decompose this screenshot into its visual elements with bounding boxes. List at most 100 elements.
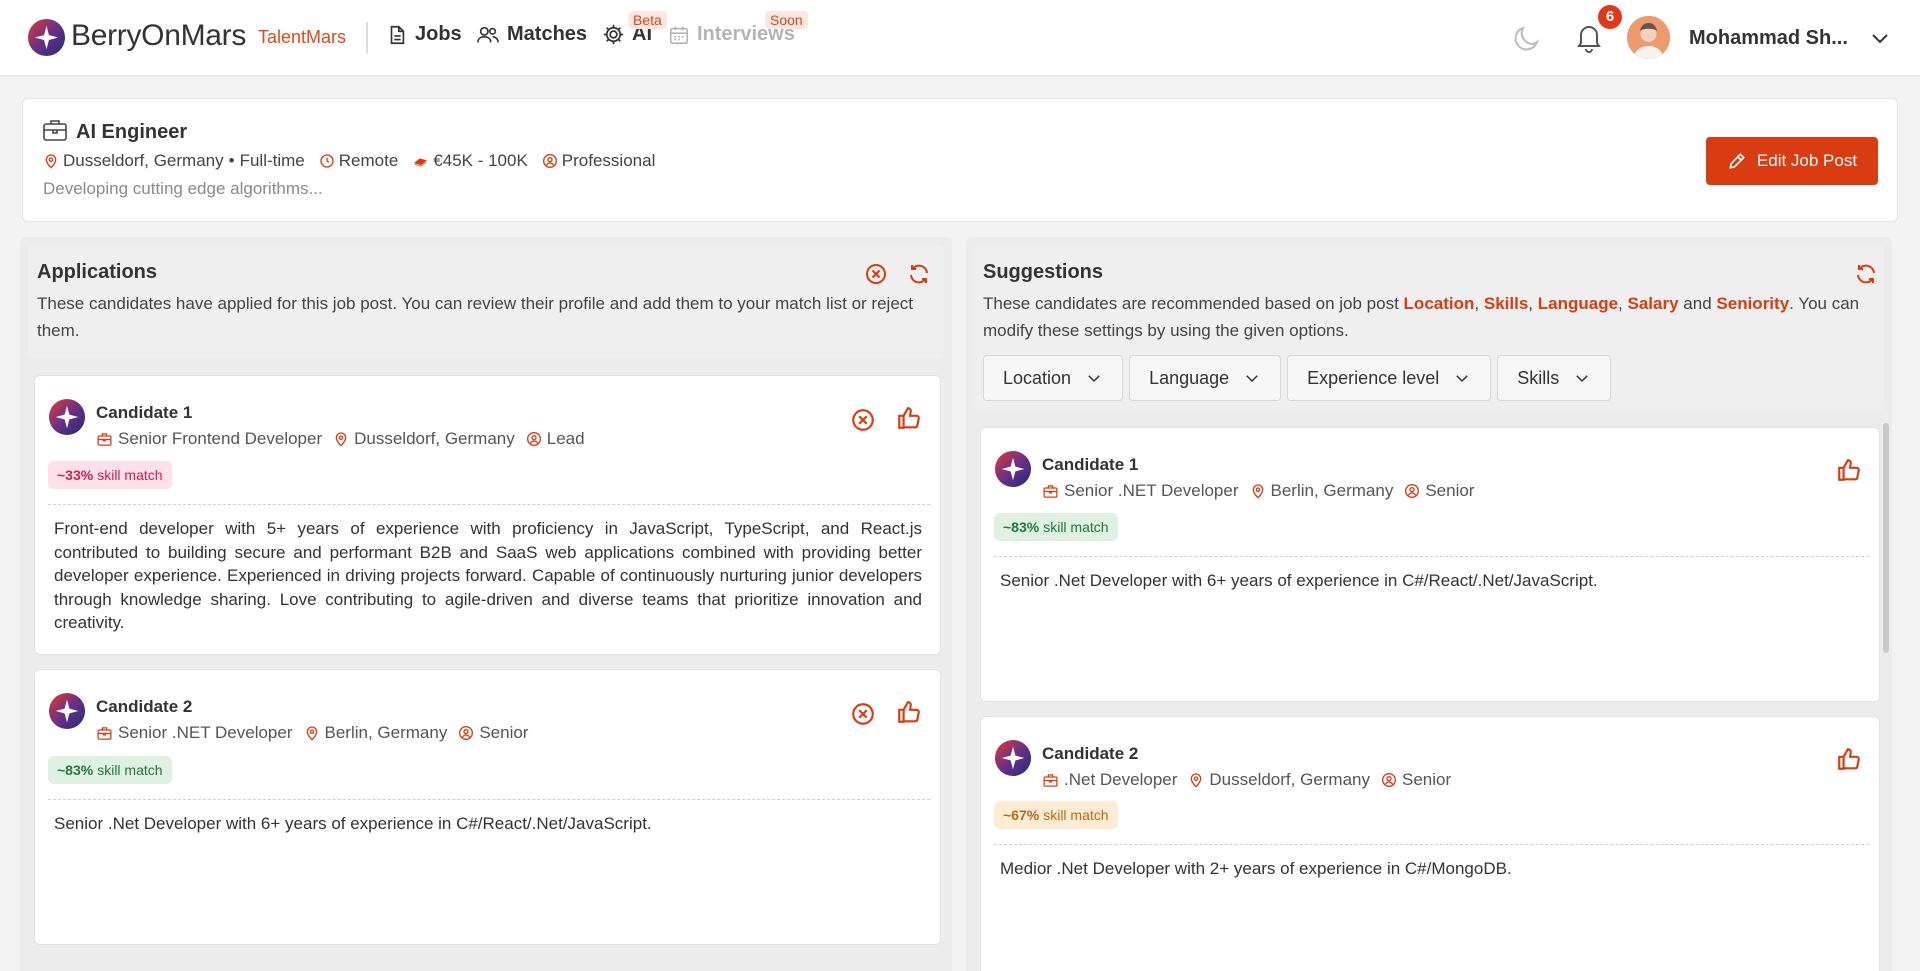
candidate-meta: Senior .NET Developer Berlin, Germany Se…: [96, 723, 539, 743]
location-pin-icon: [1252, 484, 1263, 499]
filter-label: Skills: [1517, 367, 1560, 388]
desc-comma: ,: [1618, 294, 1623, 313]
filter-skills-dropdown[interactable]: Skills: [1497, 355, 1612, 401]
candidate-name[interactable]: Candidate 1: [1042, 455, 1138, 475]
sub-brand-name: TalentMars: [258, 27, 347, 47]
candidate-name[interactable]: Candidate 2: [96, 697, 192, 717]
applications-title: Applications: [37, 261, 158, 283]
skill-match-value: ~83%: [1003, 519, 1040, 535]
candidate-summary: Front-end developer with 5+ years of exp…: [54, 519, 922, 632]
skill-match-label: skill match: [1043, 519, 1109, 535]
filter-label: Experience level: [1307, 367, 1440, 388]
candidate-seniority-label: Senior: [479, 723, 529, 742]
candidate-location-label: Berlin, Germany: [1270, 481, 1394, 500]
refresh-icon[interactable]: [1854, 262, 1878, 286]
nav-divider: [366, 22, 368, 54]
candidate-avatar-icon: [48, 692, 86, 730]
applications-description: These candidates have applied for this j…: [37, 294, 913, 340]
user-circle-icon: [459, 726, 474, 740]
berryonmars-logo-icon[interactable]: [27, 18, 66, 57]
job-description: Developing cutting edge algorithms...: [43, 179, 323, 198]
dark-mode-moon-icon[interactable]: [1510, 20, 1544, 54]
location-pin-icon: [306, 726, 317, 741]
application-card[interactable]: Candidate 1 Senior Frontend Developer Du…: [34, 375, 941, 655]
candidate-location: Dusseldorf, Germany: [333, 429, 515, 449]
skill-match-badge: ~33% skill match: [48, 461, 172, 489]
chevron-down-icon: [1088, 375, 1100, 383]
candidate-role: Senior Frontend Developer: [96, 429, 322, 449]
job-location: Dusseldorf, Germany: [43, 151, 224, 171]
candidate-avatar-icon: [994, 739, 1032, 777]
pencil-icon: [1729, 153, 1745, 169]
nav-matches-label: Matches: [507, 23, 588, 45]
card-divider: [994, 844, 1869, 845]
brand-name[interactable]: BerryOnMars: [71, 19, 246, 53]
chevron-down-icon: [1246, 375, 1258, 383]
job-level-label: Professional: [561, 151, 656, 170]
job-title: AI Engineer: [76, 121, 188, 143]
briefcase-icon: [97, 726, 112, 740]
suggestions-header: Suggestions These candidates are recomme…: [974, 245, 1884, 411]
candidate-role: Senior .NET Developer: [1042, 481, 1239, 501]
location-pin-icon: [335, 432, 347, 447]
candidate-location-label: Berlin, Germany: [324, 723, 448, 742]
nav-jobs[interactable]: Jobs: [386, 23, 462, 46]
nav-jobs-label: Jobs: [415, 23, 462, 45]
candidate-seniority: Lead: [526, 429, 585, 449]
user-avatar[interactable]: [1627, 16, 1670, 59]
job-meta: Dusseldorf, Germany • Full-time Remote €…: [43, 151, 669, 171]
suggestions-description: These candidates are recommended based o…: [983, 290, 1878, 344]
chevron-down-icon: [1576, 375, 1589, 383]
suggestions-scrollbar[interactable]: [1883, 423, 1889, 653]
suggestion-card[interactable]: Candidate 1 Senior .NET Developer Berlin…: [980, 427, 1880, 702]
chevron-down-icon: [1456, 375, 1469, 383]
candidate-meta: Senior .NET Developer Berlin, Germany Se…: [1042, 481, 1485, 501]
reject-icon[interactable]: [850, 701, 876, 727]
thumbs-up-icon[interactable]: [1836, 457, 1862, 483]
beta-badge: Beta: [628, 11, 667, 29]
skill-match-value: ~33%: [57, 467, 94, 483]
soon-badge: Soon: [765, 11, 808, 29]
calendar-icon: [669, 26, 689, 44]
edit-job-post-button[interactable]: Edit Job Post: [1706, 137, 1878, 185]
candidate-role-label: Senior .NET Developer: [118, 723, 293, 742]
thumbs-up-icon[interactable]: [896, 699, 922, 725]
suggestion-filters: Location Language Experience level Skill…: [983, 355, 1612, 401]
filter-experience-dropdown[interactable]: Experience level: [1287, 355, 1492, 401]
desc-highlight-seniority: Seniority: [1716, 294, 1790, 313]
candidate-name[interactable]: Candidate 1: [96, 403, 192, 423]
application-card[interactable]: Candidate 2 Senior .NET Developer Berlin…: [34, 669, 941, 945]
candidate-summary: Senior .Net Developer with 6+ years of e…: [54, 814, 652, 833]
suggestion-card[interactable]: Candidate 2 .Net Developer Dusseldorf, G…: [980, 716, 1880, 971]
candidate-name[interactable]: Candidate 2: [1042, 744, 1138, 764]
candidate-location: Berlin, Germany: [1250, 481, 1394, 501]
candidate-role-label: Senior Frontend Developer: [118, 429, 323, 448]
filter-language-dropdown[interactable]: Language: [1129, 355, 1282, 401]
gear-icon: [603, 24, 624, 45]
thumbs-up-icon[interactable]: [1836, 746, 1862, 772]
reject-all-icon[interactable]: [864, 262, 888, 286]
nav-matches[interactable]: Matches: [476, 23, 587, 46]
user-name[interactable]: Mohammad Sh...: [1689, 27, 1848, 50]
chevron-down-icon[interactable]: [1868, 26, 1892, 50]
job-level: Professional: [542, 151, 656, 171]
briefcase-icon: [97, 432, 112, 446]
desc-highlight-skills: Skills: [1483, 294, 1529, 313]
thumbs-up-icon[interactable]: [896, 405, 922, 431]
job-type: Full-time: [239, 151, 305, 170]
desc-and: and: [1683, 294, 1712, 313]
skill-match-badge: ~83% skill match: [48, 756, 172, 784]
filter-location-dropdown[interactable]: Location: [983, 355, 1124, 401]
user-circle-icon: [1405, 484, 1420, 498]
refresh-icon[interactable]: [907, 262, 931, 286]
money-icon: [414, 158, 428, 167]
meta-separator: •: [228, 151, 235, 170]
candidate-role: Senior .NET Developer: [96, 723, 293, 743]
applications-panel: Applications These candidates have appli…: [20, 237, 952, 971]
candidate-location-label: Dusseldorf, Germany: [1209, 770, 1371, 789]
edit-job-post-label: Edit Job Post: [1756, 151, 1858, 170]
location-pin-icon: [1191, 773, 1202, 788]
candidate-meta: .Net Developer Dusseldorf, Germany Senio…: [1042, 770, 1462, 790]
candidate-location: Dusseldorf, Germany: [1188, 770, 1370, 790]
reject-icon[interactable]: [850, 407, 876, 433]
